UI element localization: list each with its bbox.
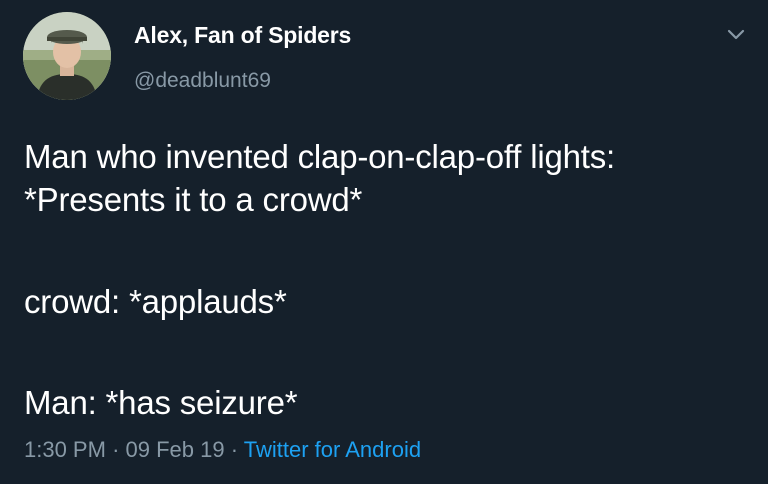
- tweet-text-line: *Presents it to a crowd*: [24, 181, 363, 218]
- tweet-card: Alex, Fan of Spiders @deadblunt69 Man wh…: [0, 0, 768, 484]
- chevron-down-icon[interactable]: [725, 26, 747, 42]
- tweet-text-line: Man who invented clap-on-clap-off lights…: [24, 138, 616, 175]
- user-handle[interactable]: @deadblunt69: [134, 69, 271, 93]
- avatar-photo: [23, 12, 111, 100]
- tweet-source-link[interactable]: Twitter for Android: [244, 437, 421, 462]
- meta-separator: ·: [230, 437, 239, 462]
- tweet-time[interactable]: 1:30 PM: [24, 437, 106, 462]
- tweet-text-line: Man: *has seizure*: [24, 384, 298, 421]
- avatar[interactable]: [23, 12, 111, 100]
- tweet-text-line: crowd: *applauds*: [24, 283, 287, 320]
- meta-separator: ·: [112, 437, 120, 462]
- tweet-date[interactable]: 09 Feb 19: [126, 437, 225, 462]
- display-name[interactable]: Alex, Fan of Spiders: [134, 22, 351, 49]
- tweet-metadata: 1:30 PM · 09 Feb 19 · Twitter for Androi…: [24, 437, 421, 463]
